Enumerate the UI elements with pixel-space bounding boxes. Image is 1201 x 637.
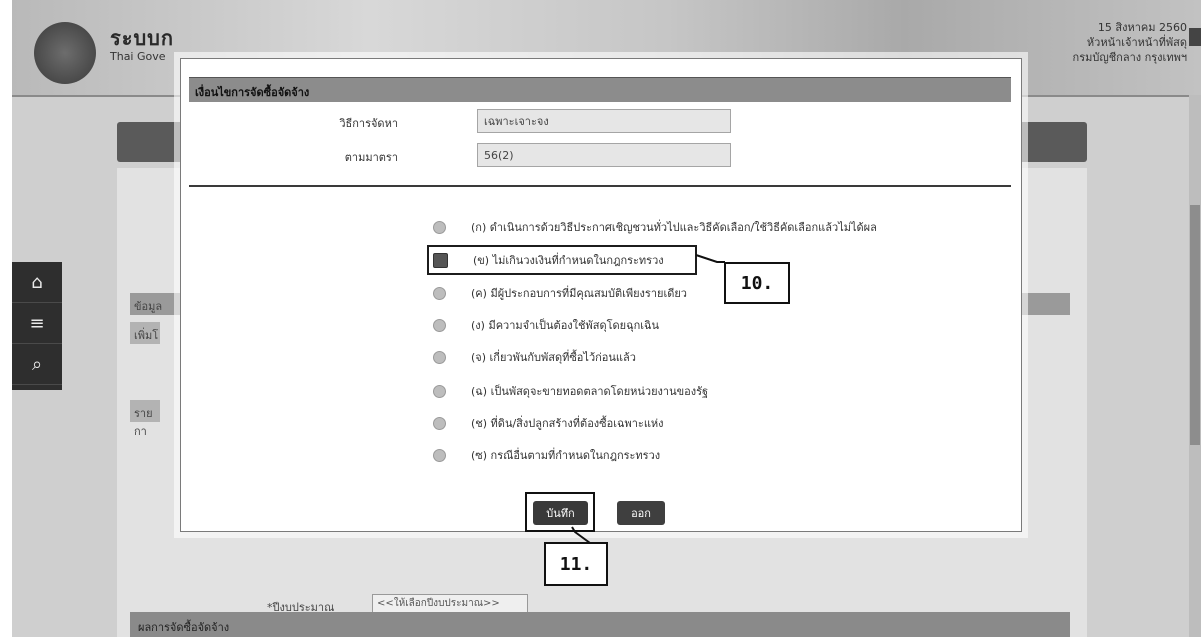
date-text: 15 สิงหาคม 2560 [1097, 21, 1187, 34]
option-c[interactable]: (ค) มีผู้ประกอบการที่มีคุณสมบัติเพียงราย… [433, 282, 687, 304]
option-g[interactable]: (ช) ที่ดิน/สิ่งปลูกสร้างที่ต้องซื้อเฉพาะ… [433, 412, 664, 434]
procurement-result-bar: ผลการจัดซื้อจัดจ้าง [130, 612, 1070, 637]
option-h-radio[interactable] [433, 448, 446, 462]
option-d-radio[interactable] [433, 318, 446, 332]
option-a[interactable]: (ก) ดำเนินการด้วยวิธีประกาศเชิญชวนทั่วไป… [433, 216, 877, 238]
option-f[interactable]: (ฉ) เป็นพัสดุจะขายทอดตลาดโดยหน่วยงานของร… [433, 380, 708, 402]
callout-step-11: 11. [544, 542, 608, 586]
section-label: ตามมาตรา [344, 151, 398, 164]
option-e-label: (จ) เกี่ยวพันกับพัสดุที่ซื้อไว้ก่อนแล้ว [471, 351, 636, 364]
add-tab-label: เพิ่มโ [134, 329, 159, 342]
section-label: ข้อมูล [134, 300, 163, 313]
option-h-label: (ซ) กรณีอื่นตามที่กำหนดในกฎกระทรวง [471, 449, 661, 462]
option-a-radio[interactable] [433, 220, 446, 234]
page-scrollbar[interactable] [1189, 95, 1201, 637]
option-a-label: (ก) ดำเนินการด้วยวิธีประกาศเชิญชวนทั่วไป… [471, 221, 877, 234]
procurement-condition-dialog: เงื่อนไขการจัดซื้อจัดจ้าง วิธีการจัดหา เ… [180, 58, 1022, 532]
screenshot-frame: ระบบก Thai Gove 15 สิงหาคม 2560 หัวหน้าเ… [12, 0, 1201, 637]
option-d[interactable]: (ง) มีความจำเป็นต้องใช้พัสดุโดยฉุกเฉิน [433, 314, 659, 336]
method-label: วิธีการจัดหา [339, 117, 398, 130]
add-tab[interactable]: เพิ่มโ [130, 322, 160, 344]
budget-year-select[interactable]: <<ให้เลือกปีงบประมาณ>> [372, 594, 528, 614]
user-agency: กรมบัญชีกลาง กรุงเทพฯ [1072, 51, 1187, 64]
option-g-label: (ช) ที่ดิน/สิ่งปลูกสร้างที่ต้องซื้อเฉพาะ… [471, 417, 664, 430]
menu-icon[interactable]: ≡ [12, 303, 62, 344]
option-c-radio[interactable] [433, 286, 446, 300]
user-role: หัวหน้าเจ้าหน้าที่พัสดุ [1086, 36, 1187, 49]
user-info: 15 สิงหาคม 2560 หัวหน้าเจ้าหน้าที่พัสดุ … [1073, 20, 1187, 65]
method-field[interactable]: เฉพาะเจาะจง [477, 109, 731, 133]
dialog-title: เงื่อนไขการจัดซื้อจัดจ้าง [195, 86, 310, 99]
option-g-radio[interactable] [433, 416, 446, 430]
option-h[interactable]: (ซ) กรณีอื่นตามที่กำหนดในกฎกระทรวง [433, 444, 660, 466]
side-nav: ⌂ ≡ ⌕ [12, 262, 62, 390]
section-row: ตามมาตรา 56(2) [181, 143, 1021, 169]
home-icon[interactable]: ⌂ [12, 262, 62, 303]
procurement-result-label: ผลการจัดซื้อจัดจ้าง [138, 621, 230, 634]
option-e[interactable]: (จ) เกี่ยวพันกับพัสดุที่ซื้อไว้ก่อนแล้ว [433, 346, 636, 368]
option-c-label: (ค) มีผู้ประกอบการที่มีคุณสมบัติเพียงราย… [471, 287, 687, 300]
exit-button[interactable]: ออก [617, 501, 665, 525]
option-f-label: (ฉ) เป็นพัสดุจะขายทอดตลาดโดยหน่วยงานของร… [471, 385, 709, 398]
option-f-radio[interactable] [433, 384, 446, 398]
option-d-label: (ง) มีความจำเป็นต้องใช้พัสดุโดยฉุกเฉิน [471, 319, 660, 332]
search-icon[interactable]: ⌕ [12, 344, 62, 385]
list-tab-label: รายกา [134, 407, 153, 438]
option-b-annotation-box [427, 245, 697, 275]
app-subtitle: Thai Gove [110, 50, 166, 63]
save-button[interactable]: บันทึก [533, 501, 588, 525]
dialog-header: เงื่อนไขการจัดซื้อจัดจ้าง [189, 77, 1011, 102]
section-field[interactable]: 56(2) [477, 143, 731, 167]
government-logo-icon [34, 22, 96, 84]
dialog-divider [189, 185, 1011, 187]
window-close-icon[interactable] [1189, 28, 1201, 46]
callout-step-10: 10. [724, 262, 790, 304]
option-e-radio[interactable] [433, 350, 446, 364]
list-tab[interactable]: รายกา [130, 400, 160, 438]
scrollbar-thumb[interactable] [1190, 205, 1200, 445]
method-row: วิธีการจัดหา เฉพาะเจาะจง [181, 109, 1021, 135]
